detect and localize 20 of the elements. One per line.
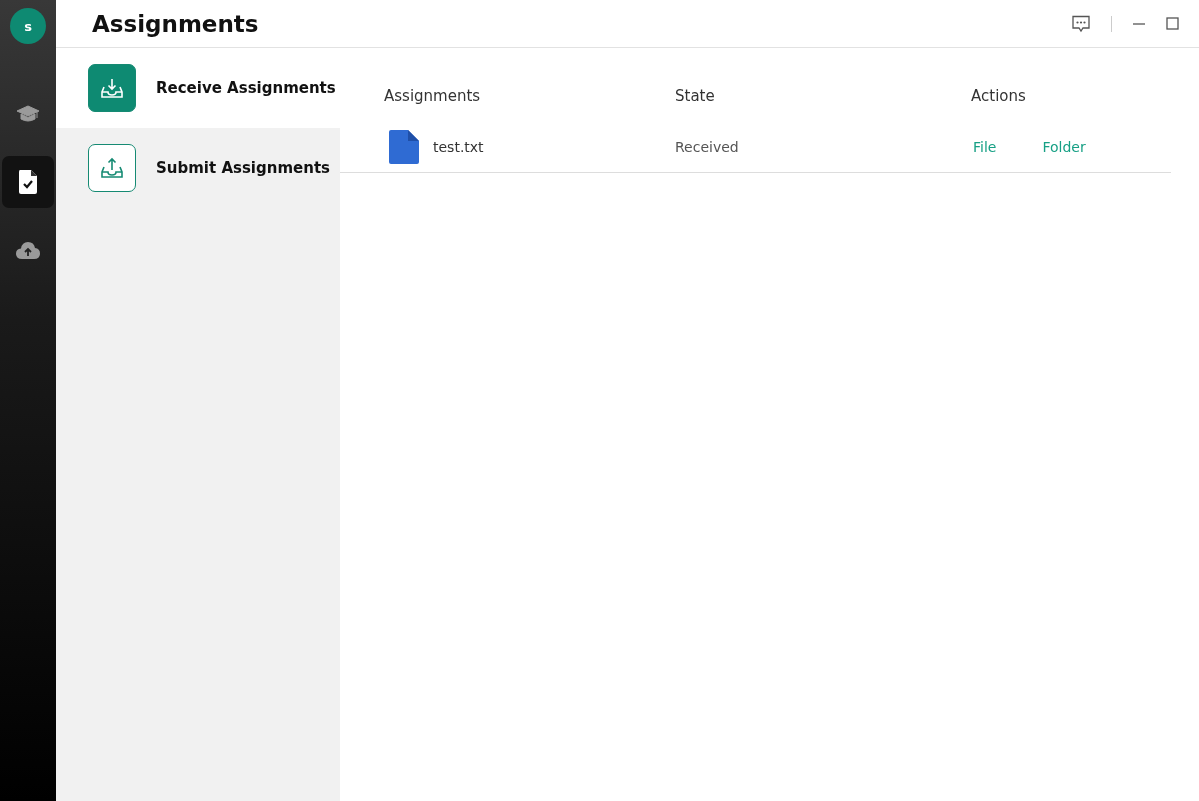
document-icon — [389, 129, 419, 164]
tray-icon — [88, 144, 136, 192]
page-title: Assignments — [92, 10, 259, 37]
cloud-upload-icon — [15, 240, 41, 260]
file-check-icon — [17, 169, 39, 195]
graduation-cap-icon — [16, 104, 40, 124]
file-name: test.txt — [433, 138, 484, 155]
rail-item[interactable] — [2, 156, 54, 208]
nav-item[interactable]: Submit Assignments — [56, 128, 340, 208]
column-header: State — [675, 87, 716, 105]
maximize-icon[interactable] — [1166, 17, 1179, 30]
chat-icon[interactable] — [1071, 14, 1091, 33]
column-header: Actions — [971, 87, 1027, 105]
status-text: Received — [675, 138, 740, 155]
column-header: Assignments — [383, 87, 482, 105]
nav-item[interactable]: Receive Assignments — [56, 48, 340, 128]
tray-icon — [88, 64, 136, 112]
action-link[interactable]: File — [971, 138, 997, 155]
avatar[interactable]: s — [10, 8, 46, 44]
action-link[interactable]: Folder — [1040, 138, 1086, 155]
